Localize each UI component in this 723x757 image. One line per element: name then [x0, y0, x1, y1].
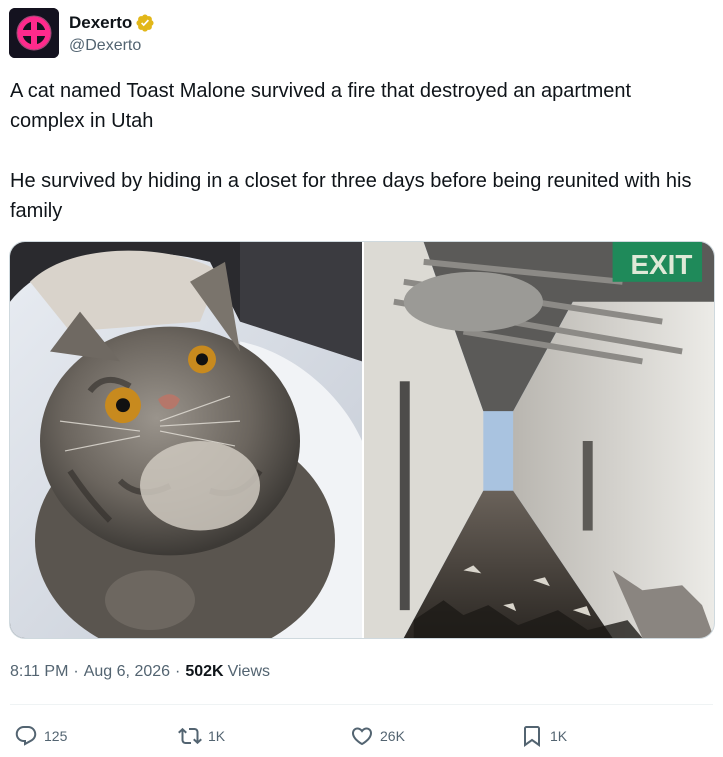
display-name[interactable]: Dexerto	[69, 13, 132, 33]
divider	[10, 704, 713, 705]
reply-count: 125	[44, 728, 68, 744]
retweet-button[interactable]: 1K	[178, 723, 225, 749]
burned-hallway-photo[interactable]: EXIT	[364, 242, 714, 638]
verified-badge-icon[interactable]	[135, 13, 155, 33]
reply-button[interactable]: 125	[14, 723, 67, 749]
tweet-paragraph: A cat named Toast Malone survived a fire…	[10, 80, 632, 132]
dexerto-logo-icon	[9, 8, 59, 58]
like-count: 26K	[380, 728, 405, 744]
exit-sign-text: EXIT	[630, 249, 692, 280]
tweet-header: Dexerto @Dexerto	[9, 8, 155, 58]
retweet-icon	[178, 727, 202, 745]
handle[interactable]: @Dexerto	[69, 37, 155, 55]
media-grid: EXIT	[9, 241, 715, 639]
bookmark-button[interactable]: 1K	[520, 723, 567, 749]
bookmark-count: 1K	[550, 728, 568, 744]
tweet-date[interactable]: Aug 6, 2026	[84, 663, 170, 681]
tweet-paragraph: He survived by hiding in a closet for th…	[10, 170, 692, 222]
retweet-count: 1K	[208, 728, 226, 744]
bookmark-icon	[524, 726, 540, 747]
like-button[interactable]: 26K	[350, 723, 405, 749]
views-label: Views	[227, 663, 270, 680]
action-bar: 125 1K 26K 1K	[10, 723, 710, 749]
tweet-meta: 8:11 PM · Aug 6, 2026 · 502K Views	[10, 661, 270, 683]
heart-icon	[351, 727, 373, 746]
separator-dot: ·	[175, 663, 181, 680]
cat-photo[interactable]	[10, 242, 362, 638]
separator-dot: ·	[73, 663, 79, 680]
views-count: 502K	[185, 663, 224, 680]
avatar[interactable]	[9, 8, 59, 58]
reply-icon	[15, 726, 37, 746]
tweet-time[interactable]: 8:11 PM	[10, 663, 68, 681]
tweet-text: A cat named Toast Malone survived a fire…	[10, 76, 710, 226]
